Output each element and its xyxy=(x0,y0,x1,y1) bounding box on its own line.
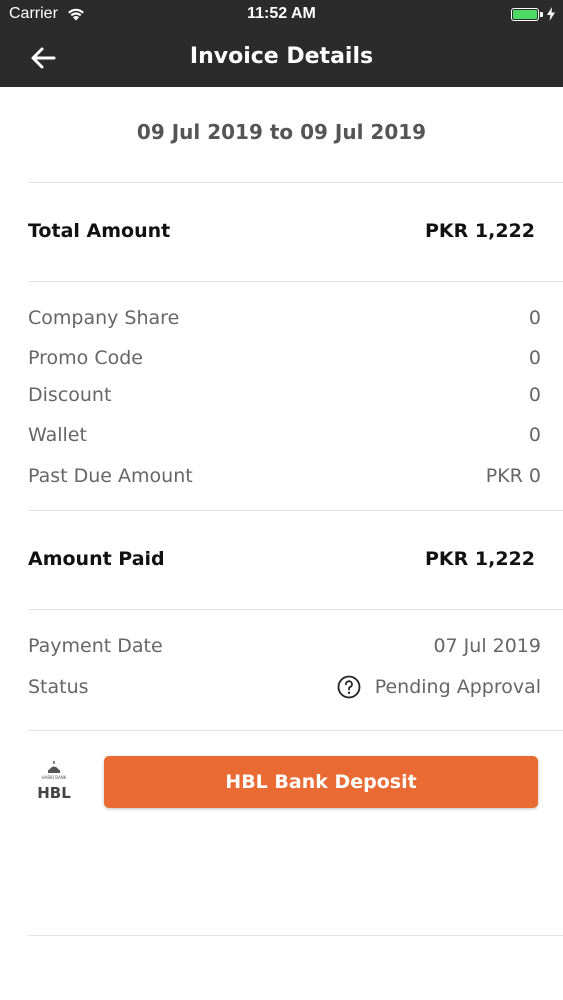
payment-date-label: Payment Date xyxy=(28,635,163,657)
divider xyxy=(28,510,563,511)
charging-bolt-icon xyxy=(547,7,555,21)
payment-date-row: Payment Date 07 Jul 2019 xyxy=(28,632,541,660)
status-bar: Carrier 11:52 AM xyxy=(0,0,563,28)
breakdown-value: 0 xyxy=(528,307,541,329)
breakdown-row-wallet: Wallet 0 xyxy=(28,421,541,449)
page-title: Invoice Details xyxy=(189,44,374,69)
nav-bar: Invoice Details xyxy=(0,28,563,87)
total-amount-label: Total Amount xyxy=(28,220,171,242)
total-amount-value: PKR 1,222 xyxy=(425,220,535,242)
divider xyxy=(28,609,563,610)
question-circle-icon[interactable] xyxy=(337,675,361,699)
divider xyxy=(28,281,563,282)
invoice-date-range: 09 Jul 2019 to 09 Jul 2019 xyxy=(136,120,427,144)
breakdown-label: Wallet xyxy=(28,424,87,446)
breakdown-value: 0 xyxy=(528,384,541,406)
payment-date-value: 07 Jul 2019 xyxy=(433,635,541,657)
bank-emblem-icon: HABIB BANK HBL xyxy=(37,761,71,802)
total-amount-row: Total Amount PKR 1,222 xyxy=(28,217,535,245)
divider xyxy=(28,935,563,936)
breakdown-row-past-due: Past Due Amount PKR 0 xyxy=(28,462,541,490)
bank-logo-text: HBL xyxy=(37,784,71,800)
bank-logo-subtext: HABIB BANK xyxy=(42,775,67,780)
status-row: Status Pending Approval xyxy=(28,673,541,701)
status-value: Pending Approval xyxy=(337,675,541,699)
breakdown-row-promo-code: Promo Code 0 xyxy=(28,344,541,372)
breakdown-value: 0 xyxy=(528,424,541,446)
status-label: Status xyxy=(28,676,89,698)
battery-tip xyxy=(540,12,543,17)
hbl-bank-logo: HABIB BANK HBL xyxy=(33,760,75,802)
hbl-bank-deposit-button[interactable]: HBL Bank Deposit xyxy=(104,756,538,808)
status-text: Pending Approval xyxy=(374,676,541,698)
breakdown-row-discount: Discount 0 xyxy=(28,381,541,409)
divider xyxy=(28,730,563,731)
amount-paid-label: Amount Paid xyxy=(28,548,165,570)
battery-icon xyxy=(511,8,539,21)
breakdown-label: Past Due Amount xyxy=(28,465,193,487)
status-time: 11:52 AM xyxy=(247,5,316,22)
breakdown-row-company-share: Company Share 0 xyxy=(28,304,541,332)
breakdown-value: 0 xyxy=(528,347,541,369)
breakdown-label: Company Share xyxy=(28,307,180,329)
amount-paid-value: PKR 1,222 xyxy=(425,548,535,570)
divider xyxy=(28,182,563,183)
amount-paid-row: Amount Paid PKR 1,222 xyxy=(28,545,535,573)
breakdown-label: Promo Code xyxy=(28,347,143,369)
breakdown-label: Discount xyxy=(28,384,112,406)
breakdown-value: PKR 0 xyxy=(485,465,541,487)
